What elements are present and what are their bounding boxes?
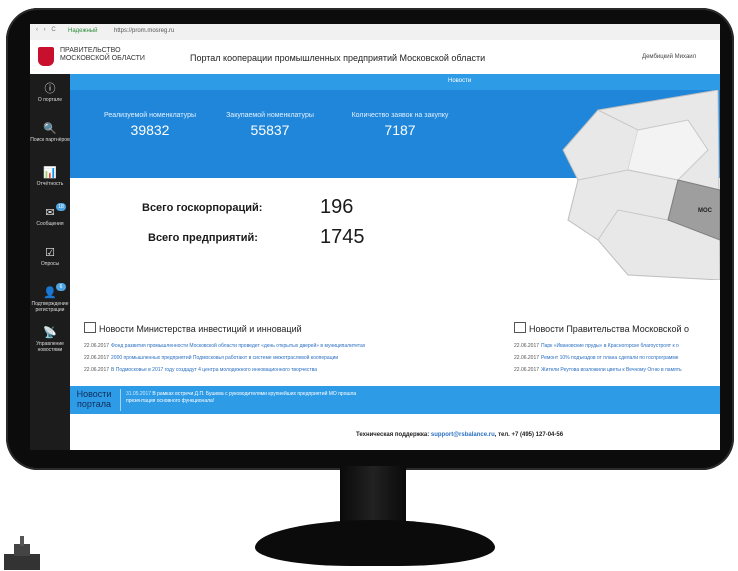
ministry-news-heading[interactable]: Новости Министерства инвестиций и иннова…: [84, 322, 302, 334]
portal-title: Портал кооперации промышленных предприят…: [190, 53, 486, 63]
government-news-title: Новости Правительства Московской о: [529, 324, 690, 334]
ministry-news-item[interactable]: 22.06.2017 В Подмосковье в 2017 году созд…: [84, 367, 317, 373]
enterprises-label: Всего предприятий:: [148, 232, 258, 244]
search-icon: 🔍: [43, 123, 57, 135]
site-header: ПРАВИТЕЛЬСТВО МОСКОВСКОЙ ОБЛАСТИ Портал …: [30, 40, 720, 75]
stat-title: Количество заявок на закупку: [351, 112, 449, 119]
government-news-item[interactable]: 22.06.2017 Парк «Ивановские пруды» в Крас…: [514, 343, 679, 349]
sidebar-item-label: Опросы: [40, 261, 60, 267]
stat-title: Закупаемой номенклатуры: [226, 112, 314, 119]
gov-line-1: ПРАВИТЕЛЬСТВО: [60, 47, 121, 54]
ministry-news-item[interactable]: 22.06.2017 2000 промышленных предприятий …: [84, 355, 338, 361]
news-link[interactable]: В Подмосковье в 2017 году создадут 4 цен…: [111, 367, 317, 373]
checkbox-icon: ☑: [45, 247, 55, 259]
stat-value: 55837: [250, 122, 290, 138]
news-date: 22.06.2017: [514, 343, 540, 349]
news-link[interactable]: Жители Реутова возложили цветы к Вечному…: [541, 367, 682, 373]
government-news-item[interactable]: 22.06.2017 Жители Реутова возложили цветы…: [514, 367, 682, 373]
ministry-news-title: Новости Министерства инвестиций и иннова…: [99, 324, 302, 334]
stat-purchased-nomenclature[interactable]: Закупаемой номенклатуры 55837: [220, 112, 320, 138]
sidebar: ⓘ О портале 🔍 Поиск партнёров 📊 Отчётнос…: [30, 74, 70, 450]
corporations-label: Всего госкорпораций:: [142, 202, 263, 214]
portal-news-label[interactable]: Новости портала: [73, 389, 115, 409]
enterprises-value: 1745: [320, 226, 365, 248]
gov-line-2: МОСКОВСКОЙ ОБЛАСТИ: [60, 55, 145, 62]
portal-news-text: В рамках встречи Д.П. Бушева с руководит…: [126, 391, 357, 404]
screen: ‹ › C Надежный https://prom.mosreg.ru ПР…: [30, 24, 720, 450]
news-date: 22.06.2017: [514, 355, 540, 361]
sidebar-item-label: Отчётность: [36, 181, 64, 187]
news-ticker-label: Новости: [448, 78, 472, 84]
building-logo-icon: [4, 536, 40, 570]
stat-value: 39832: [130, 122, 170, 138]
news-link[interactable]: Ремонт 10% подъездов от плана сделали по…: [541, 355, 679, 361]
sidebar-item-about[interactable]: ⓘ О портале: [30, 78, 70, 118]
monitor-stand-base: [255, 520, 495, 566]
news-link[interactable]: Фонд развития промышленности Московской …: [111, 343, 365, 349]
stat-value: 7187: [384, 122, 416, 138]
newspaper-icon: [514, 322, 526, 333]
sidebar-item-search-partners[interactable]: 🔍 Поиск партнёров: [30, 118, 70, 158]
info-icon: ⓘ: [44, 83, 56, 95]
sidebar-item-label: Управление новостями: [36, 341, 64, 353]
stat-sold-nomenclature[interactable]: Реализуемой номенклатуры 39832: [100, 112, 200, 138]
sidebar-item-reports[interactable]: 📊 Отчётность: [30, 162, 70, 202]
government-news-heading[interactable]: Новости Правительства Московской о: [514, 322, 689, 334]
news-link[interactable]: Парк «Ивановские пруды» в Красногорске б…: [541, 343, 679, 349]
stat-purchase-requests[interactable]: Количество заявок на закупку 7187: [350, 112, 450, 138]
government-name[interactable]: ПРАВИТЕЛЬСТВО МОСКОВСКОЙ ОБЛАСТИ: [60, 47, 150, 63]
portal-news-date: 31.05.2017: [126, 391, 152, 397]
secure-label: Надежный: [68, 28, 98, 34]
portal-news-divider: [120, 389, 121, 411]
news-ticker-strip[interactable]: Новости: [70, 74, 720, 90]
sidebar-item-label: Сообщения: [36, 221, 64, 227]
portal-news-bar: Новости портала 31.05.2017 В рамках встр…: [70, 386, 720, 414]
url-field[interactable]: https://prom.mosreg.ru: [114, 28, 174, 34]
ministry-news-item[interactable]: 22.06.2017 Фонд развития промышленности М…: [84, 343, 365, 349]
coat-of-arms-icon[interactable]: [38, 47, 54, 66]
sidebar-item-news-management[interactable]: 📡 Управление новостями: [30, 322, 70, 362]
rss-icon: 📡: [43, 327, 57, 339]
corporations-value: 196: [320, 196, 354, 218]
sidebar-item-messages[interactable]: 18 ✉ Сообщения: [30, 202, 70, 242]
footer: Техническая поддержка: support@rsbalance…: [70, 426, 720, 450]
sidebar-item-label: Поиск партнёров: [30, 137, 70, 143]
support-info: Техническая поддержка: support@rsbalance…: [356, 432, 563, 438]
news-date: 22.06.2017: [84, 355, 110, 361]
browser-nav-icons[interactable]: ‹ › C: [36, 27, 58, 33]
portal-news-label-line-2: портала: [77, 399, 111, 409]
stat-title: Реализуемой номенклатуры: [103, 112, 197, 119]
government-news-item[interactable]: 22.06.2017 Ремонт 10% подъездов от плана …: [514, 355, 679, 361]
news-date: 22.06.2017: [84, 343, 110, 349]
sidebar-item-registration[interactable]: 6 👤 Подтверждение регистрации: [30, 282, 70, 322]
support-phone: , тел. +7 (495) 127-04-56: [494, 432, 564, 438]
news-link[interactable]: 2000 промышленных предприятий Подмосковь…: [111, 355, 338, 361]
sidebar-item-label: О портале: [37, 97, 63, 103]
user-menu[interactable]: Дембицкий Михаил: [642, 54, 696, 60]
registration-badge: 6: [56, 283, 66, 291]
support-email-link[interactable]: support@rsbalance.ru: [431, 432, 495, 438]
news-date: 22.06.2017: [514, 367, 540, 373]
portal-news-item[interactable]: 31.05.2017 В рамках встречи Д.П. Бушева …: [126, 391, 366, 405]
moscow-region-map[interactable]: МОС: [558, 90, 720, 280]
map-label: МОС: [698, 208, 713, 214]
browser-address-bar: ‹ › C Надежный https://prom.mosreg.ru: [30, 24, 720, 41]
sidebar-item-surveys[interactable]: ☑ Опросы: [30, 242, 70, 282]
support-label: Техническая поддержка:: [356, 432, 430, 438]
newspaper-icon: [84, 322, 96, 333]
portal-news-label-line-1: Новости: [76, 389, 112, 399]
bar-chart-icon: 📊: [43, 167, 57, 179]
messages-badge: 18: [56, 203, 66, 211]
sidebar-item-label: Подтверждение регистрации: [31, 301, 69, 313]
news-date: 22.06.2017: [84, 367, 110, 373]
